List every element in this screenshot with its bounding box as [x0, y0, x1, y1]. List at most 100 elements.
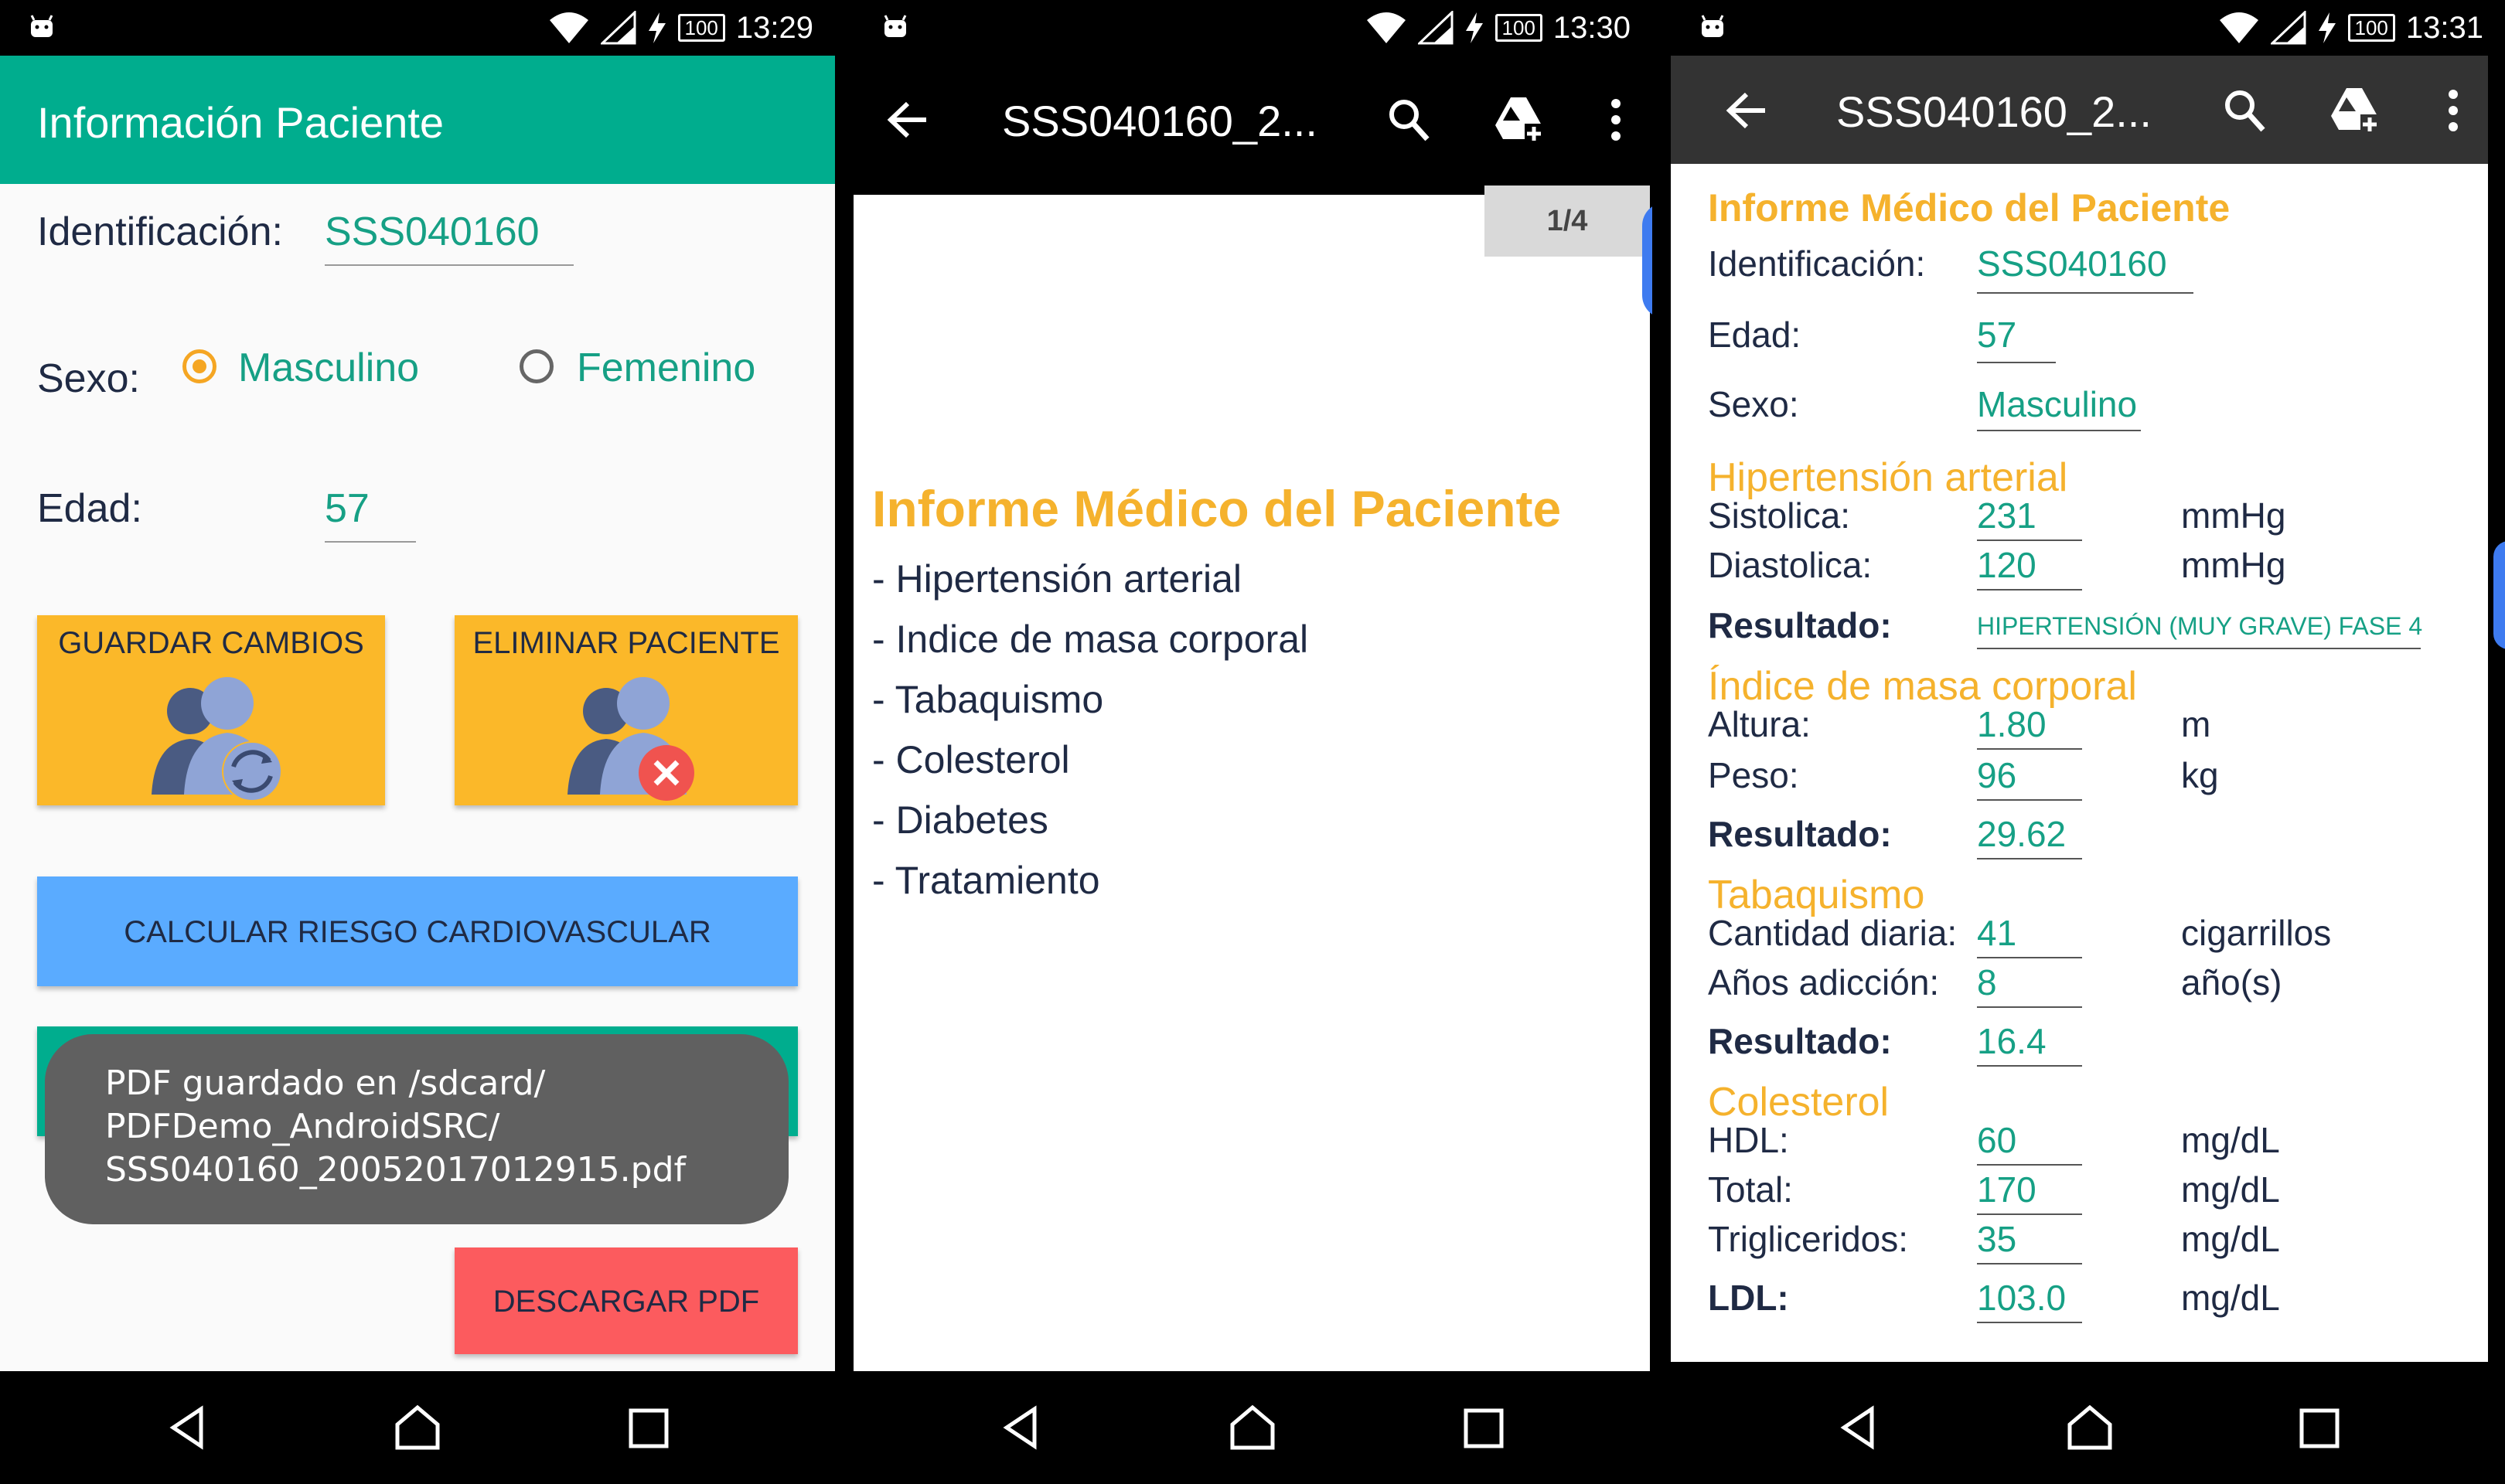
- toast-line-3: SSS040160_20052017012915.pdf: [105, 1150, 687, 1190]
- height-value: 1.80: [1977, 704, 2047, 744]
- report-item: - Tratamiento: [872, 859, 1100, 902]
- age-label: Edad:: [37, 486, 142, 531]
- hdl-unit: mg/dL: [2181, 1120, 2280, 1160]
- report-title: Informe Médico del Paciente: [872, 480, 1562, 537]
- delete-button-label: ELIMINAR PACIENTE: [472, 626, 780, 660]
- report-item: - Hipertensión arterial: [872, 557, 1242, 601]
- hdl-value: 60: [1977, 1120, 2017, 1160]
- battery-level: 100: [1494, 14, 1542, 42]
- systolic-label: Sistolica:: [1708, 495, 1851, 536]
- android-icon: [30, 15, 53, 37]
- ldl-underline: [1977, 1322, 2082, 1323]
- signal-icon: [1417, 11, 1453, 45]
- navigation-bar: [0, 1371, 835, 1484]
- back-nav-icon[interactable]: [164, 1404, 210, 1451]
- file-title: SSS040160_2...: [1836, 87, 2152, 136]
- sex-label: Sexo:: [1708, 384, 1799, 424]
- htn-result-label: Resultado:: [1708, 605, 1892, 645]
- report-title: Informe Médico del Paciente: [1708, 186, 2231, 230]
- addiction-years-value: 8: [1977, 962, 1997, 1002]
- home-nav-icon[interactable]: [393, 1404, 442, 1451]
- report-item: - Diabetes: [872, 798, 1048, 842]
- male-label[interactable]: Masculino: [238, 345, 419, 391]
- addiction-years-label: Años adicción:: [1708, 962, 1940, 1002]
- id-field[interactable]: SSS040160: [325, 209, 540, 255]
- height-label: Altura:: [1708, 704, 1811, 744]
- bmi-result-value: 29.62: [1977, 814, 2067, 854]
- fast-scroll-handle[interactable]: [2493, 541, 2505, 649]
- more-options-icon[interactable]: [1610, 97, 1622, 142]
- download-pdf-button[interactable]: DESCARGAR PDF: [455, 1247, 798, 1354]
- toast-line-2: PDFDemo_AndroidSRC/: [105, 1107, 500, 1146]
- search-icon[interactable]: [1387, 97, 1430, 142]
- age-field[interactable]: 57: [325, 485, 370, 532]
- weight-value: 96: [1977, 755, 2017, 795]
- triglycerides-label: Trigliceridos:: [1708, 1219, 1909, 1259]
- navigation-bar: [1671, 1371, 2505, 1484]
- diastolic-unit: mmHg: [2181, 545, 2286, 585]
- toast-line-1: PDF guardado en /sdcard/: [105, 1064, 546, 1103]
- calculate-risk-label: CALCULAR RIESGO CARDIOVASCULAR: [124, 915, 711, 949]
- recents-nav-icon[interactable]: [1463, 1404, 1505, 1451]
- home-nav-icon[interactable]: [1228, 1404, 1277, 1451]
- battery-level: 100: [2347, 14, 2395, 42]
- save-changes-button[interactable]: GUARDAR CAMBIOS: [37, 615, 385, 805]
- calculate-risk-button[interactable]: CALCULAR RIESGO CARDIOVASCULAR: [37, 876, 798, 986]
- weight-underline: [1977, 799, 2082, 801]
- drive-add-icon[interactable]: [1494, 96, 1543, 142]
- recents-nav-icon[interactable]: [2299, 1404, 2340, 1451]
- total-unit: mg/dL: [2181, 1169, 2280, 1210]
- users-delete-icon: [567, 677, 694, 801]
- systolic-underline: [1977, 539, 2082, 541]
- male-radio[interactable]: [182, 349, 216, 383]
- weight-unit: kg: [2181, 755, 2219, 795]
- bmi-result-label: Resultado:: [1708, 814, 1892, 854]
- status-bar: 100 13:31: [1671, 0, 2505, 56]
- clock: 13:29: [735, 10, 813, 45]
- triglycerides-underline: [1977, 1263, 2082, 1264]
- screen-pdf-report: 100 13:31 SSS040160_2... Informe Médico …: [1671, 0, 2505, 1484]
- back-nav-icon[interactable]: [997, 1404, 1044, 1451]
- android-icon: [884, 15, 907, 37]
- navigation-bar: [854, 1371, 1652, 1484]
- female-radio[interactable]: [520, 349, 554, 383]
- diastolic-label: Diastolica:: [1708, 545, 1873, 585]
- age-value: 57: [1977, 315, 2017, 355]
- page-title: Información Paciente: [37, 98, 445, 147]
- page-indicator: 1/4: [1484, 186, 1650, 257]
- android-icon: [1701, 15, 1724, 37]
- smoking-result-value: 16.4: [1977, 1021, 2047, 1061]
- id-value: SSS040160: [1977, 243, 2167, 284]
- pdf-page[interactable]: 1/4 Informe Médico del Paciente - Hipert…: [854, 186, 1650, 1371]
- age-underline: [1977, 362, 2056, 363]
- pdf-page[interactable]: Informe Médico del Paciente Identificaci…: [1671, 164, 2488, 1362]
- back-arrow-icon[interactable]: [1725, 91, 1768, 130]
- drive-add-icon[interactable]: [2329, 87, 2379, 133]
- height-unit: m: [2181, 704, 2211, 744]
- fast-scroll-handle[interactable]: [1642, 203, 1652, 318]
- charging-icon: [1465, 12, 1483, 43]
- total-label: Total:: [1708, 1169, 1793, 1210]
- female-label[interactable]: Femenino: [577, 345, 755, 391]
- wifi-icon: [2219, 12, 2258, 43]
- triglycerides-value: 35: [1977, 1219, 2017, 1259]
- back-arrow-icon[interactable]: [886, 100, 929, 139]
- id-label: Identificación:: [1708, 243, 1926, 284]
- save-button-label: GUARDAR CAMBIOS: [58, 626, 364, 660]
- home-nav-icon[interactable]: [2065, 1404, 2115, 1451]
- addiction-years-unit: año(s): [2181, 962, 2282, 1002]
- diastolic-underline: [1977, 589, 2082, 591]
- status-bar: 100 13:29: [0, 0, 835, 56]
- hdl-underline: [1977, 1164, 2082, 1166]
- report-item: - Tabaquismo: [872, 678, 1104, 721]
- delete-patient-button[interactable]: ELIMINAR PACIENTE: [455, 615, 798, 805]
- download-pdf-label: DESCARGAR PDF: [492, 1285, 760, 1319]
- triglycerides-unit: mg/dL: [2181, 1219, 2280, 1259]
- more-options-icon[interactable]: [2447, 88, 2459, 133]
- recents-nav-icon[interactable]: [628, 1404, 670, 1451]
- search-icon[interactable]: [2223, 88, 2266, 133]
- smoking-result-label: Resultado:: [1708, 1021, 1892, 1061]
- pdf-toolbar: SSS040160_2...: [1671, 56, 2488, 164]
- daily-amount-value: 41: [1977, 913, 2017, 953]
- back-nav-icon[interactable]: [1835, 1404, 1881, 1451]
